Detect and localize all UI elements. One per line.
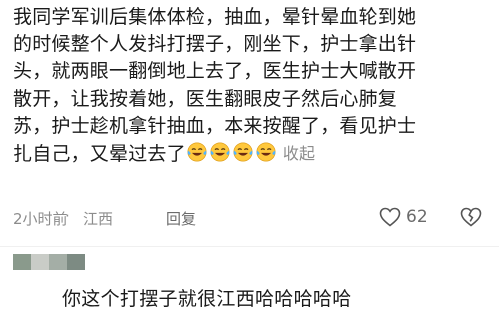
avatar-block: [49, 254, 67, 270]
avatar-block: [13, 254, 31, 270]
comment-line: 扎自己，又晕过去了: [13, 143, 186, 166]
like-count: 62: [406, 207, 428, 227]
collapse-link[interactable]: 收起: [283, 144, 315, 163]
comment-line: 散开，让我按着她，医生翻眼皮子然后心肺复: [13, 87, 398, 110]
laugh-crying-emoji-icon: [233, 142, 253, 162]
reply-comment-text: 你这个打摆子就很江西哈哈哈哈哈: [62, 288, 352, 310]
broken-heart-icon[interactable]: [459, 205, 483, 229]
meta-separator: ·: [65, 207, 70, 225]
comment-line-last: 扎自己，又晕过去了 收起: [13, 140, 491, 168]
laugh-crying-emoji-icon: [187, 142, 207, 162]
avatar-block: [31, 254, 49, 270]
divider: [0, 246, 499, 247]
comment-line: 我同学军训后集体体检，抽血，晕针晕血轮到她: [13, 6, 417, 28]
laugh-crying-emoji-icon: [256, 142, 276, 162]
comment-meta-row: 2小时前 · 江西 回复 62: [13, 203, 489, 233]
comment-line: 头，就两眼一翻倒地上去了，医生护士大喊散开: [13, 60, 417, 83]
ip-location: 江西: [83, 210, 114, 228]
timestamp: 2小时前: [13, 210, 68, 228]
heart-icon[interactable]: [378, 205, 402, 229]
avatar-block: [67, 254, 85, 270]
comment-line: 苏，护士趁机拿针抽血，本来按醒了，看见护士: [13, 114, 417, 137]
emoji-row: [186, 141, 277, 163]
comment-line: 的时候整个人发抖打摆子，刚坐下，护士拿出针: [13, 33, 417, 56]
reply-avatar[interactable]: [13, 254, 85, 270]
reply-button[interactable]: 回复: [166, 208, 196, 229]
comment-body: 我同学军训后集体体检，抽血，晕针晕血轮到她 的时候整个人发抖打摆子，刚坐下，护士…: [13, 4, 491, 168]
laugh-crying-emoji-icon: [210, 142, 230, 162]
